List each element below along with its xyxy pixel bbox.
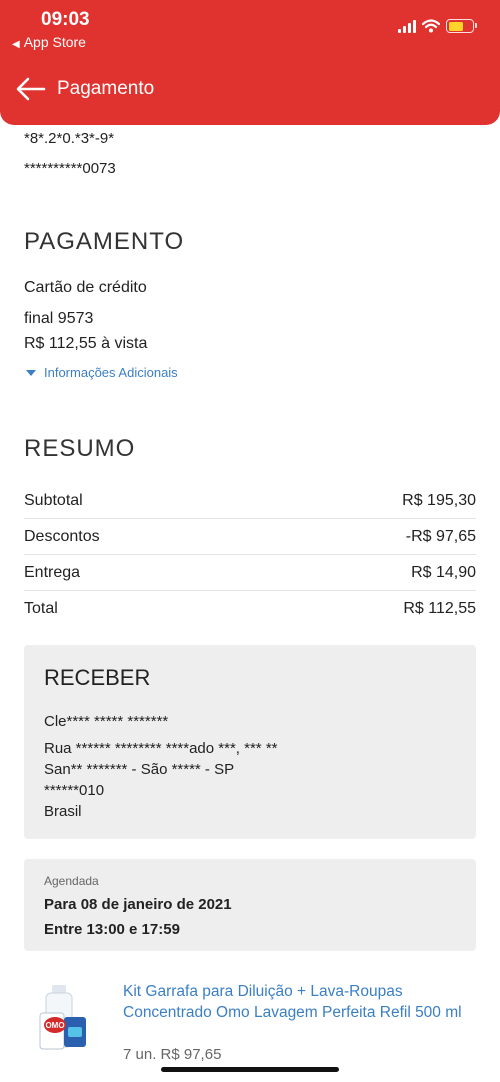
wifi-icon xyxy=(422,19,440,33)
address-zip: ******010 xyxy=(44,782,105,799)
address-street: Rua ****** ******** ****ado ***, *** ** xyxy=(44,740,278,757)
summary-label: Entrega xyxy=(24,563,81,581)
summary-row-delivery: Entrega R$ 14,90 xyxy=(24,555,476,591)
summary-value: R$ 14,90 xyxy=(411,563,476,581)
summary-label: Subtotal xyxy=(24,491,83,509)
summary-value: R$ 195,30 xyxy=(402,491,476,509)
summary-value: -R$ 97,65 xyxy=(405,527,476,545)
schedule-label: Agendada xyxy=(44,874,99,888)
address-country: Brasil xyxy=(44,803,82,820)
product-qty-price: 7 un. R$ 97,65 xyxy=(123,1046,222,1063)
product-name-link[interactable]: Kit Garrafa para Diluição + Lava-Roupas … xyxy=(123,981,478,1023)
receive-card: RECEBER Cle**** ***** ******* Rua ******… xyxy=(24,645,476,839)
card-final: final 9573 xyxy=(24,310,94,327)
summary-row-discounts: Descontos -R$ 97,65 xyxy=(24,519,476,555)
summary-row-subtotal: Subtotal R$ 195,30 xyxy=(24,483,476,519)
product-image[interactable]: OMO xyxy=(38,983,90,1051)
schedule-time: Entre 13:00 e 17:59 xyxy=(44,921,180,938)
schedule-date: Para 08 de janeiro de 2021 xyxy=(44,896,232,913)
product-brand-text: OMO xyxy=(45,1021,64,1030)
app-header: 09:03 ◀ App Store Pagamento xyxy=(0,0,500,125)
summary-label: Total xyxy=(24,600,58,617)
masked-card-number: **********0073 xyxy=(24,160,116,177)
more-info-label: Informações Adicionais xyxy=(44,365,178,380)
summary-row-total: Total R$ 112,55 xyxy=(24,591,476,627)
back-to-app-store[interactable]: ◀ App Store xyxy=(12,34,86,50)
signal-icon xyxy=(398,19,416,33)
summary-value: R$ 112,55 xyxy=(403,600,476,617)
caret-down-icon xyxy=(26,369,36,376)
receive-title: RECEBER xyxy=(44,665,151,690)
home-indicator xyxy=(161,1067,339,1072)
payment-amount: R$ 112,55 à vista xyxy=(24,335,148,352)
battery-icon xyxy=(446,19,477,33)
status-icons xyxy=(398,19,477,33)
address-city: San** ******* - São ***** - SP xyxy=(44,761,235,778)
page-title: Pagamento xyxy=(57,78,155,99)
back-app-label: App Store xyxy=(23,34,86,50)
more-info-link[interactable]: Informações Adicionais xyxy=(26,365,178,380)
recipient-name: Cle**** ***** ******* xyxy=(44,713,169,730)
payment-method: Cartão de crédito xyxy=(24,279,147,296)
status-time: 09:03 xyxy=(41,9,90,30)
schedule-card: Agendada Para 08 de janeiro de 2021 Entr… xyxy=(24,859,476,951)
masked-document: *8*.2*0.*3*-9* xyxy=(24,130,115,147)
arrow-left-icon[interactable] xyxy=(16,76,46,102)
back-triangle-icon: ◀ xyxy=(12,39,20,50)
summary-table: Subtotal R$ 195,30 Descontos -R$ 97,65 E… xyxy=(24,483,476,627)
summary-section-title: RESUMO xyxy=(24,435,136,462)
summary-label: Descontos xyxy=(24,527,100,545)
payment-section-title: PAGAMENTO xyxy=(24,228,185,255)
